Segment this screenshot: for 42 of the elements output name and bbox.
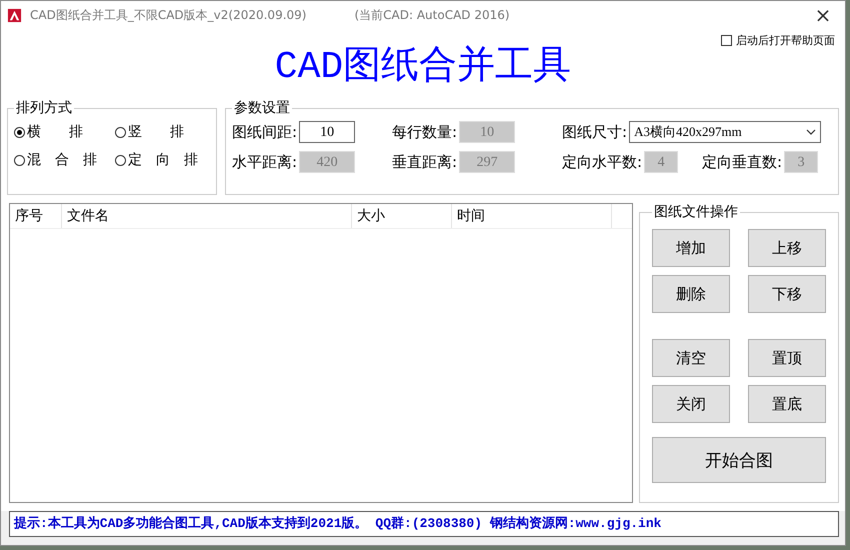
- close-button[interactable]: ×: [801, 3, 845, 27]
- checkbox[interactable]: [721, 35, 732, 46]
- action-button[interactable]: 置底: [748, 385, 826, 423]
- action-button[interactable]: 上移: [748, 229, 826, 267]
- checkbox-label: 启动后打开帮助页面: [736, 33, 835, 48]
- group-title: 参数设置: [233, 99, 291, 117]
- radio-label: 定 向 排: [128, 151, 198, 169]
- column-header[interactable]: 序号: [10, 204, 62, 228]
- window-title: CAD图纸合并工具_不限CAD版本_v2(2020.09.09): [30, 6, 306, 24]
- action-button[interactable]: 删除: [652, 275, 730, 313]
- action-button[interactable]: 关闭: [652, 385, 730, 423]
- radio-button[interactable]: [14, 154, 25, 166]
- field-label: 垂直距离:: [392, 152, 458, 172]
- app-logo-icon: [7, 8, 22, 22]
- status-bar: 提示:本工具为CAD多功能合图工具,CAD版本支持到2021版。 QQ群:(2308380) 钢结构资源网:www.gjg.ink: [9, 511, 839, 537]
- action-button[interactable]: 置顶: [748, 339, 826, 377]
- group-title: 图纸文件操作: [653, 203, 739, 221]
- window-subtitle: (当前CAD: AutoCAD 2016): [354, 6, 510, 24]
- field-label: 每行数量:: [392, 122, 458, 142]
- radio-button[interactable]: [115, 126, 126, 138]
- action-button[interactable]: 增加: [652, 229, 730, 267]
- input-field[interactable]: 10: [299, 121, 356, 143]
- field-label: 定向垂直数:: [702, 152, 782, 172]
- field-label: 图纸尺寸:: [562, 122, 628, 142]
- field-label: 图纸间距:: [232, 122, 298, 142]
- column-header[interactable]: 时间: [452, 204, 612, 228]
- radio-button[interactable]: [115, 154, 126, 166]
- radio-button[interactable]: [14, 126, 25, 138]
- field-label: 水平距离:: [232, 152, 298, 172]
- action-button[interactable]: 清空: [652, 339, 730, 377]
- paper-size-dropdown[interactable]: A3横向420x297mm: [629, 121, 822, 143]
- app-heading: CAD图纸合并工具: [274, 44, 572, 90]
- radio-label: 横 排: [27, 123, 83, 141]
- field-label: 定向水平数:: [562, 152, 642, 172]
- action-button[interactable]: 下移: [748, 275, 826, 313]
- column-header[interactable]: 文件名: [62, 204, 352, 228]
- column-header[interactable]: 大小: [352, 204, 452, 228]
- group-title: 排列方式: [15, 99, 73, 117]
- radio-label: 竖 排: [128, 123, 184, 141]
- radio-label: 混 合 排: [27, 151, 97, 169]
- action-button[interactable]: 开始合图: [652, 437, 826, 483]
- chevron-down-icon: [806, 129, 816, 135]
